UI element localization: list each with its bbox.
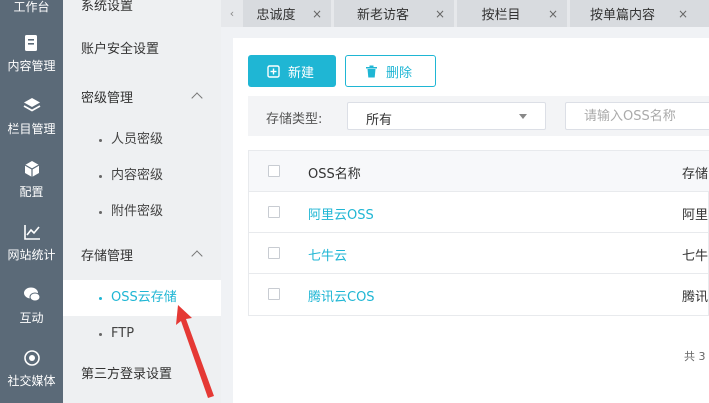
document-edit-icon <box>21 32 43 54</box>
storage-type-cell: 腾讯 <box>682 290 709 305</box>
target-icon <box>21 347 43 369</box>
rail-label-workbench: 工作台 <box>13 0 50 14</box>
rail-label-social: 社交媒体 <box>7 374 56 388</box>
caret-down-icon <box>519 114 527 119</box>
tab-label: 按单篇内容 <box>589 8 655 23</box>
delete-button-label: 删除 <box>386 65 413 81</box>
menu-sub-label: 人员密级 <box>111 132 164 147</box>
annotation-arrow-icon <box>176 305 214 398</box>
tab-label: 新老访客 <box>356 8 409 23</box>
tab-loyalty[interactable]: 忠诚度 × <box>243 0 331 27</box>
row-checkbox[interactable] <box>268 288 280 300</box>
chevron-up-icon <box>191 250 203 262</box>
rail-item-stats[interactable]: 网站统计 <box>0 217 63 277</box>
storage-type-cell: 阿里 <box>682 208 709 223</box>
close-icon[interactable]: × <box>545 7 561 21</box>
header-oss-name: OSS名称 <box>308 167 361 182</box>
storage-type-label: 存储类型: <box>266 112 323 127</box>
menu-sub-label: 附件密级 <box>111 204 164 219</box>
menu-group-label: 密级管理 <box>81 91 134 106</box>
oss-name-search-input[interactable] <box>565 102 709 130</box>
rail-item-interaction[interactable]: 互动 <box>0 280 63 340</box>
table-row: 腾讯云COS 腾讯 <box>249 274 709 315</box>
rail-item-config[interactable]: 配置 <box>0 154 63 214</box>
trash-icon <box>364 64 378 78</box>
icon-rail: 工作台 内容管理 栏目管理 配置 网站统计 互动 社交媒体 <box>0 0 63 403</box>
new-button[interactable]: 新建 <box>248 55 336 87</box>
menu-item-account-security[interactable]: 账户安全设置 <box>63 31 221 69</box>
new-button-label: 新建 <box>288 65 315 81</box>
menu-sub-label: 内容密级 <box>111 168 164 183</box>
rail-label-config: 配置 <box>19 185 44 199</box>
oss-name-link[interactable]: 七牛云 <box>308 245 347 264</box>
row-checkbox[interactable] <box>268 247 280 259</box>
menu-sub-content-level[interactable]: 内容密级 <box>63 158 221 194</box>
layers-icon <box>21 95 43 117</box>
chevron-up-icon <box>191 92 203 104</box>
menu-sub-label: OSS云存储 <box>111 290 177 305</box>
menu-group-security-level[interactable]: 密级管理 <box>63 80 221 118</box>
row-checkbox[interactable] <box>268 206 280 218</box>
table-header-row: OSS名称 存储 <box>249 151 709 192</box>
rail-label-interaction: 互动 <box>19 311 44 325</box>
table-row: 七牛云 七牛 <box>249 233 709 274</box>
tab-by-column[interactable]: 按栏目 × <box>457 0 567 27</box>
rail-item-content[interactable]: 内容管理 <box>0 28 63 88</box>
delete-button[interactable]: 删除 <box>345 55 436 87</box>
rail-label-content: 内容管理 <box>7 59 56 73</box>
add-file-icon <box>266 64 280 78</box>
chat-bubbles-icon <box>21 284 43 306</box>
oss-name-link[interactable]: 阿里云OSS <box>308 204 374 223</box>
menu-sub-label: FTP <box>111 326 135 341</box>
tabs-scroll-left-icon[interactable]: ‹ <box>221 0 243 27</box>
rail-label-stats: 网站统计 <box>7 248 56 262</box>
tab-label: 忠诚度 <box>256 8 296 23</box>
rail-item-columns[interactable]: 栏目管理 <box>0 91 63 151</box>
rail-label-columns: 栏目管理 <box>7 122 56 136</box>
header-storage-type: 存储 <box>682 167 709 182</box>
pagination-total: 共 3 <box>684 350 706 363</box>
table-row: 阿里云OSS 阿里 <box>249 192 709 233</box>
storage-type-value: 所有 <box>366 113 393 128</box>
close-icon[interactable]: × <box>309 7 325 21</box>
menu-sub-attachment-level[interactable]: 附件密级 <box>63 194 221 230</box>
cube-icon <box>21 158 43 180</box>
tab-label: 按栏目 <box>481 8 521 23</box>
close-icon[interactable]: × <box>432 7 448 21</box>
oss-table: OSS名称 存储 阿里云OSS 阿里 七牛云 七牛 腾讯云COS 腾讯 <box>248 150 709 316</box>
menu-sub-personnel-level[interactable]: 人员密级 <box>63 122 221 158</box>
tab-new-old-visitors[interactable]: 新老访客 × <box>334 0 454 27</box>
storage-type-cell: 七牛 <box>682 249 709 264</box>
rail-item-social[interactable]: 社交媒体 <box>0 343 63 403</box>
select-all-checkbox[interactable] <box>268 165 280 177</box>
oss-name-link[interactable]: 腾讯云COS <box>308 286 375 305</box>
menu-group-label: 存储管理 <box>81 249 134 264</box>
close-icon[interactable]: × <box>675 7 691 21</box>
menu-item-system-settings[interactable]: 系统设置 <box>63 0 221 26</box>
menu-group-storage[interactable]: 存储管理 <box>63 238 221 276</box>
line-chart-icon <box>21 221 43 243</box>
storage-type-select[interactable]: 所有 <box>347 102 546 130</box>
tab-by-article[interactable]: 按单篇内容 × <box>570 0 709 27</box>
